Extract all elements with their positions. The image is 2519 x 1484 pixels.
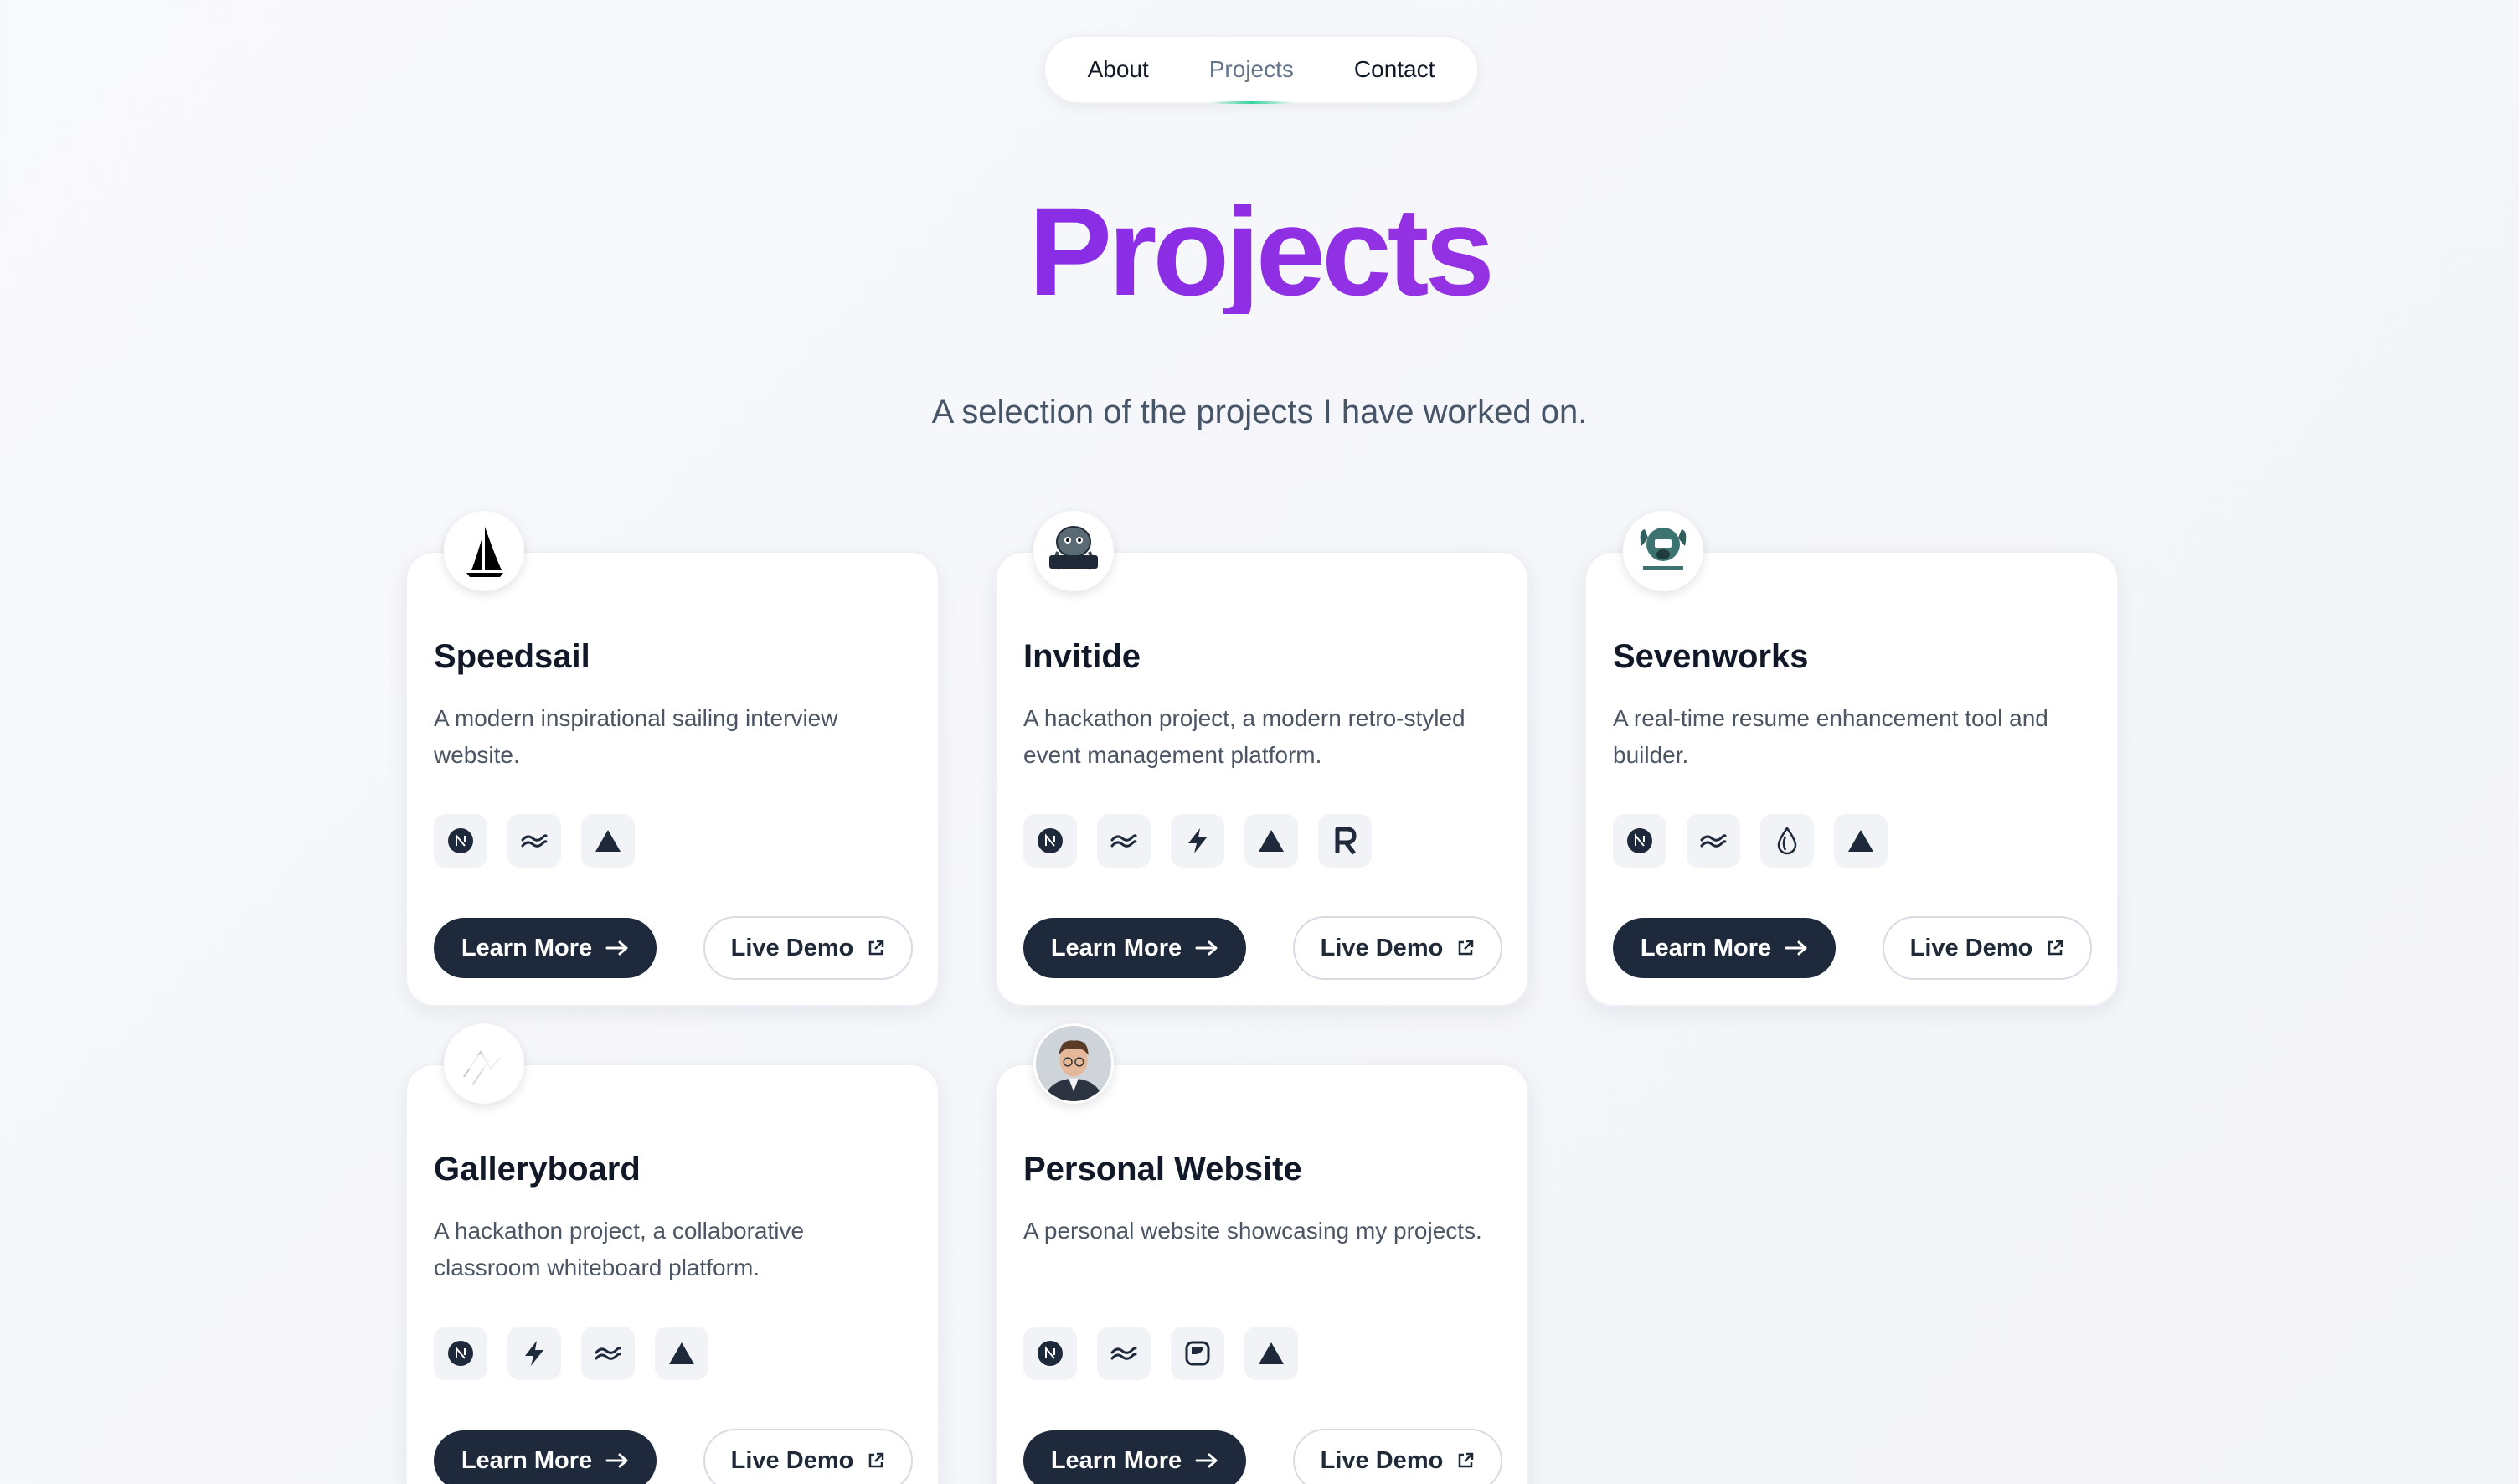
learn-more-button[interactable]: Learn More <box>1023 918 1246 978</box>
live-demo-label: Live Demo <box>1320 934 1444 961</box>
page-title: Projects <box>0 188 2519 314</box>
sailboat-logo <box>444 511 524 591</box>
live-demo-button[interactable]: Live Demo <box>1293 916 1502 980</box>
project-description: A personal website showcasing my project… <box>1023 1218 1482 1244</box>
dog-logo <box>1623 511 1703 591</box>
learn-more-button[interactable]: Learn More <box>1613 918 1836 978</box>
vercel-icon <box>1834 814 1888 868</box>
live-demo-button[interactable]: Live Demo <box>703 916 913 980</box>
project-description: A hackathon project, a modern retro-styl… <box>1023 705 1466 768</box>
project-card-galleryboard: Galleryboard A hackathon project, a coll… <box>405 1023 940 1484</box>
nav-about[interactable]: About <box>1058 35 1179 104</box>
project-title: Galleryboard <box>434 1151 641 1188</box>
portrait-avatar <box>1033 1023 1114 1104</box>
bolt-icon <box>1171 814 1224 868</box>
external-link-icon <box>869 1452 884 1468</box>
tech-stack <box>1613 814 1888 868</box>
nav-contact-label: Contact <box>1353 56 1435 82</box>
tech-stack <box>434 814 635 868</box>
project-title: Invitide <box>1023 638 1141 675</box>
vercel-icon <box>1244 814 1298 868</box>
project-card-speedsail: Speedsail A modern inspirational sailing… <box>405 511 940 1007</box>
external-link-icon <box>1459 940 1474 956</box>
project-card-personal-website: Personal Website A personal website show… <box>995 1023 1529 1484</box>
learn-more-button[interactable]: Learn More <box>434 918 657 978</box>
live-demo-button[interactable]: Live Demo <box>703 1429 913 1484</box>
bolt-icon <box>507 1327 561 1380</box>
project-card-sevenworks: Sevenworks A real-time resume enhancemen… <box>1584 511 2119 1007</box>
nextjs-icon <box>1613 814 1666 868</box>
tailwind-icon <box>581 1327 635 1380</box>
nav-active-indicator <box>1211 101 1292 104</box>
r-icon <box>1318 814 1372 868</box>
live-demo-button[interactable]: Live Demo <box>1883 916 2092 980</box>
project-description: A modern inspirational sailing interview… <box>434 705 838 768</box>
nextjs-icon <box>434 1327 487 1380</box>
nav-projects-label: Projects <box>1208 56 1294 82</box>
external-link-icon <box>869 940 884 956</box>
live-demo-label: Live Demo <box>1320 1446 1444 1474</box>
nav-about-label: About <box>1087 56 1149 82</box>
nav-contact[interactable]: Contact <box>1324 35 1466 104</box>
nextjs-icon <box>1023 814 1077 868</box>
project-description: A real-time resume enhancement tool and … <box>1613 705 2048 768</box>
live-demo-button[interactable]: Live Demo <box>1293 1429 1502 1484</box>
vercel-icon <box>655 1327 708 1380</box>
octopus-logo <box>1033 511 1114 591</box>
learn-more-label: Learn More <box>461 934 593 961</box>
gallery-board-logo <box>444 1023 524 1104</box>
arrow-right-icon <box>605 1453 628 1468</box>
nextjs-icon <box>1023 1327 1077 1380</box>
learn-more-label: Learn More <box>461 1446 593 1474</box>
tech-stack <box>1023 814 1372 868</box>
live-demo-label: Live Demo <box>730 1446 854 1474</box>
arrow-right-icon <box>1195 940 1218 956</box>
tech-stack <box>434 1327 708 1380</box>
project-title: Personal Website <box>1023 1151 1302 1188</box>
arrow-right-icon <box>1785 940 1807 956</box>
project-title: Speedsail <box>434 638 590 675</box>
window-icon <box>1171 1327 1224 1380</box>
top-nav: About Projects Contact <box>1043 35 1479 104</box>
nextjs-icon <box>434 814 487 868</box>
tailwind-icon <box>507 814 561 868</box>
learn-more-label: Learn More <box>1050 1446 1182 1474</box>
live-demo-label: Live Demo <box>1909 934 2033 961</box>
arrow-right-icon <box>605 940 628 956</box>
tailwind-icon <box>1687 814 1740 868</box>
tailwind-icon <box>1097 1327 1151 1380</box>
project-card-invitide: Invitide A hackathon project, a modern r… <box>995 511 1529 1007</box>
external-link-icon <box>2048 940 2063 956</box>
external-link-icon <box>1459 1452 1474 1468</box>
tech-stack <box>1023 1327 1298 1380</box>
drop-icon <box>1760 814 1814 868</box>
nav-projects[interactable]: Projects <box>1179 35 1324 104</box>
page-subtitle: A selection of the projects I have worke… <box>931 394 1588 430</box>
learn-more-label: Learn More <box>1050 934 1182 961</box>
live-demo-label: Live Demo <box>730 934 854 961</box>
vercel-icon <box>1244 1327 1298 1380</box>
learn-more-button[interactable]: Learn More <box>1023 1430 1246 1484</box>
project-title: Sevenworks <box>1613 638 1809 675</box>
learn-more-button[interactable]: Learn More <box>434 1430 657 1484</box>
vercel-icon <box>581 814 635 868</box>
learn-more-label: Learn More <box>1640 934 1772 961</box>
tailwind-icon <box>1097 814 1151 868</box>
project-description: A hackathon project, a collaborative cla… <box>434 1218 805 1280</box>
arrow-right-icon <box>1195 1453 1218 1468</box>
